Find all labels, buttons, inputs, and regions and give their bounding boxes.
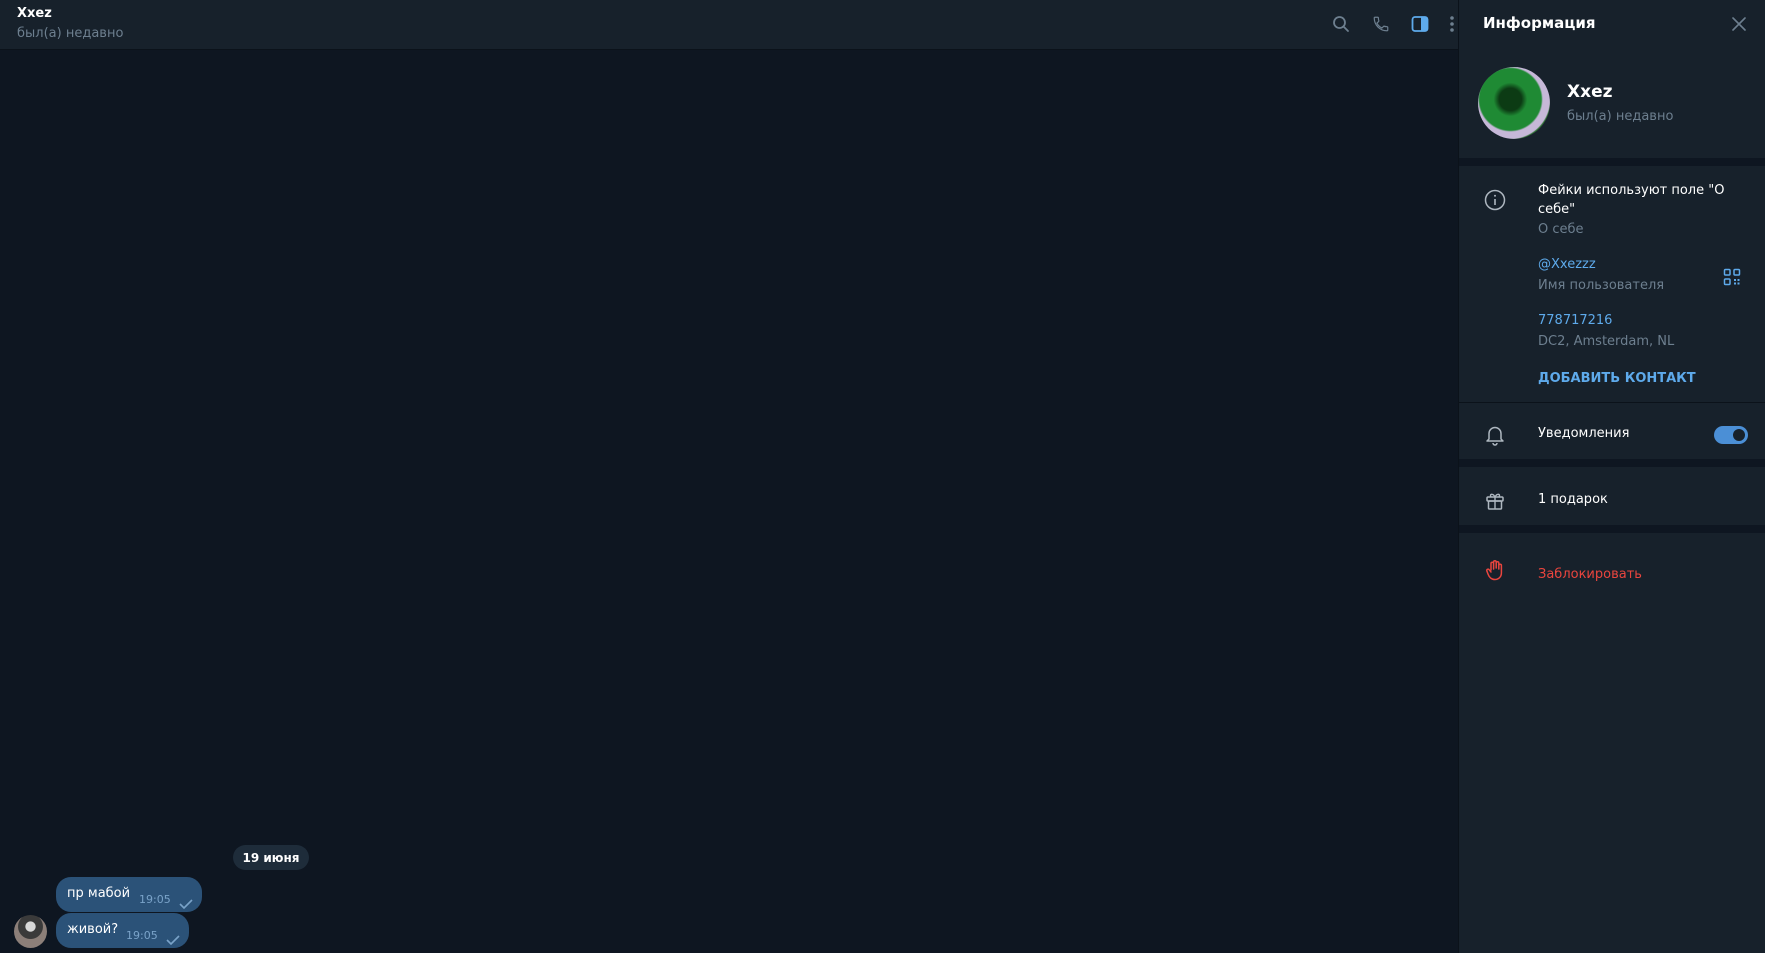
section-divider [1459, 158, 1765, 166]
date-separator: 19 июня [233, 845, 309, 870]
block-button[interactable]: Заблокировать [1538, 567, 1642, 582]
sidebar-toggle-icon[interactable] [1408, 12, 1432, 36]
chat-area: Xxez был(а) недавно 19 июня пр мабой 19:… [0, 0, 1458, 953]
profile-status: был(а) недавно [1567, 109, 1674, 124]
hand-stop-icon [1483, 558, 1507, 582]
profile-avatar[interactable] [1478, 67, 1550, 139]
chat-header[interactable]: Xxez был(а) недавно [0, 0, 1458, 50]
section-divider [1459, 459, 1765, 467]
username-link[interactable]: @Xxezzz [1538, 257, 1596, 272]
sender-avatar[interactable] [14, 915, 47, 948]
bio-text[interactable]: Фейки используют поле "О себе" [1538, 181, 1738, 219]
read-check-icon [179, 894, 193, 913]
bell-icon [1483, 423, 1507, 447]
message-time: 19:05 [126, 929, 158, 942]
message-bubble[interactable]: пр мабой 19:05 [56, 877, 202, 912]
message-text: пр мабой [67, 886, 131, 901]
section-divider [1459, 525, 1765, 533]
bio-label: О себе [1538, 222, 1584, 237]
user-id-link[interactable]: 778717216 [1538, 313, 1612, 328]
info-icon [1483, 188, 1507, 212]
message-bubble[interactable]: живой? 19:05 [56, 913, 189, 948]
profile-name: Xxez [1567, 82, 1613, 102]
search-icon[interactable] [1329, 12, 1353, 36]
notifications-label: Уведомления [1538, 426, 1630, 441]
info-panel: Информация Xxez был(а) недавно Фейки исп… [1458, 0, 1765, 953]
datacenter-label: DC2, Amsterdam, NL [1538, 334, 1675, 349]
gifts-label[interactable]: 1 подарок [1538, 492, 1608, 507]
username-label: Имя пользователя [1538, 278, 1665, 293]
qr-code-icon[interactable] [1723, 268, 1743, 288]
notifications-toggle[interactable] [1714, 426, 1748, 444]
message-text: живой? [67, 922, 119, 937]
phone-icon[interactable] [1369, 12, 1393, 36]
add-contact-button[interactable]: ДОБАВИТЬ КОНТАКТ [1538, 371, 1696, 386]
panel-title: Информация [1483, 14, 1596, 32]
gift-icon [1483, 489, 1507, 513]
close-icon[interactable] [1729, 14, 1749, 34]
chat-status: был(а) недавно [17, 26, 124, 41]
read-check-icon [166, 930, 180, 949]
thin-divider [1459, 402, 1765, 403]
toggle-knob [1733, 429, 1745, 441]
message-time: 19:05 [139, 893, 171, 906]
chat-title[interactable]: Xxez [17, 6, 52, 21]
